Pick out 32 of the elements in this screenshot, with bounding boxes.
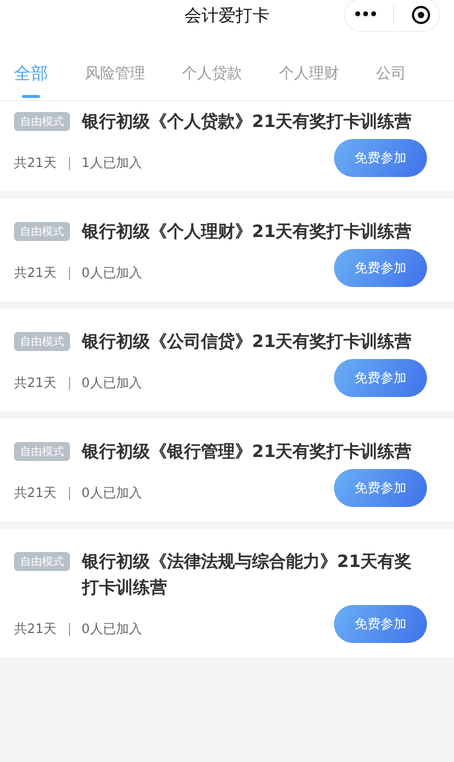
joined-count: 0人已加入 <box>82 485 142 502</box>
joined-count: 1人已加入 <box>82 155 142 172</box>
mode-tag: 自由模式 <box>14 552 70 571</box>
course-title: 银行初级《个人贷款》21天有奖打卡训练营 <box>82 111 412 134</box>
join-button[interactable]: 免费参加 <box>334 469 427 507</box>
category-tab[interactable]: 公司 <box>376 50 406 100</box>
course-days: 共21天 <box>14 144 57 172</box>
mode-tag: 自由模式 <box>14 332 70 351</box>
course-title: 银行初级《银行管理》21天有奖打卡训练营 <box>82 441 412 464</box>
category-tab[interactable]: 全部 <box>14 50 48 100</box>
joined-count: 0人已加入 <box>82 621 142 638</box>
mode-tag: 自由模式 <box>14 222 70 241</box>
join-button[interactable]: 免费参加 <box>334 139 427 177</box>
category-tab[interactable]: 个人贷款 <box>182 50 242 100</box>
course-title: 银行初级《公司信贷》21天有奖打卡训练营 <box>82 331 412 354</box>
category-tab[interactable]: 个人理财 <box>279 50 339 100</box>
course-title: 银行初级《法律法规与综合能力》21天有奖打卡训练营 <box>82 551 413 600</box>
page-title: 会计爱打卡 <box>184 4 270 26</box>
course-days: 共21天 <box>14 610 57 638</box>
course-days: 共21天 <box>14 254 57 282</box>
join-button[interactable]: 免费参加 <box>334 605 427 643</box>
joined-count: 0人已加入 <box>82 375 142 392</box>
course-days: 共21天 <box>14 364 57 392</box>
mode-tag: 自由模式 <box>14 442 70 461</box>
mode-tag: 自由模式 <box>14 112 70 131</box>
more-button[interactable]: ••• <box>353 7 378 23</box>
joined-count: 0人已加入 <box>82 265 142 282</box>
join-button[interactable]: 免费参加 <box>334 359 427 397</box>
category-tab[interactable]: 风险管理 <box>85 50 145 100</box>
course-title: 银行初级《个人理财》21天有奖打卡训练营 <box>82 221 412 244</box>
course-days: 共21天 <box>14 474 57 502</box>
join-button[interactable]: 免费参加 <box>334 249 427 287</box>
